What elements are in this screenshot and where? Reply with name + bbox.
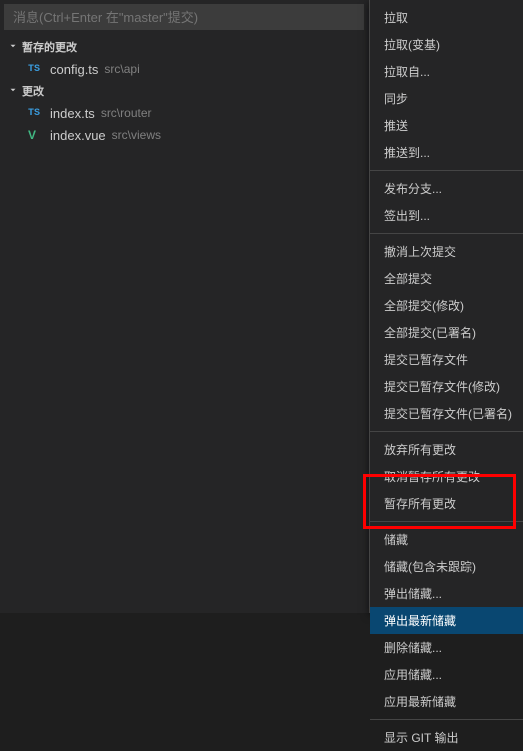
menu-stash-untracked[interactable]: 储藏(包含未跟踪): [370, 553, 523, 580]
menu-separator: [370, 719, 523, 720]
menu-pop-latest-stash[interactable]: 弹出最新储藏: [370, 607, 523, 634]
menu-checkout[interactable]: 签出到...: [370, 202, 523, 229]
menu-pull-from[interactable]: 拉取自...: [370, 58, 523, 85]
changes-header[interactable]: 更改: [0, 80, 369, 102]
file-path: src\api: [104, 62, 139, 76]
menu-pull-rebase[interactable]: 拉取(变基): [370, 31, 523, 58]
git-context-menu: 拉取 拉取(变基) 拉取自... 同步 推送 推送到... 发布分支... 签出…: [369, 0, 523, 613]
file-name: index.ts: [50, 106, 95, 121]
menu-pop-stash[interactable]: 弹出储藏...: [370, 580, 523, 607]
menu-delete-stash[interactable]: 删除储藏...: [370, 634, 523, 661]
changed-file-item[interactable]: TS index.ts src\router: [0, 102, 369, 124]
vue-icon: V: [28, 128, 44, 142]
file-path: src\views: [112, 128, 161, 142]
menu-undo-commit[interactable]: 撤消上次提交: [370, 238, 523, 265]
menu-publish-branch[interactable]: 发布分支...: [370, 175, 523, 202]
menu-push-to[interactable]: 推送到...: [370, 139, 523, 166]
menu-apply-stash[interactable]: 应用储藏...: [370, 661, 523, 688]
chevron-down-icon: [8, 85, 18, 98]
changes-label: 更改: [22, 83, 44, 99]
file-name: index.vue: [50, 128, 106, 143]
menu-separator: [370, 521, 523, 522]
menu-discard-all[interactable]: 放弃所有更改: [370, 436, 523, 463]
menu-push[interactable]: 推送: [370, 112, 523, 139]
menu-sync[interactable]: 同步: [370, 85, 523, 112]
file-name: config.ts: [50, 62, 98, 77]
menu-apply-latest-stash[interactable]: 应用最新储藏: [370, 688, 523, 715]
menu-commit-staged-signed[interactable]: 提交已暂存文件(已署名): [370, 400, 523, 427]
typescript-icon: TS: [28, 64, 44, 75]
menu-commit-all[interactable]: 全部提交: [370, 265, 523, 292]
staged-file-item[interactable]: TS config.ts src\api: [0, 58, 369, 80]
changed-file-item[interactable]: V index.vue src\views: [0, 124, 369, 146]
menu-stage-all[interactable]: 暂存所有更改: [370, 490, 523, 517]
chevron-down-icon: [8, 41, 18, 54]
menu-separator: [370, 431, 523, 432]
menu-pull[interactable]: 拉取: [370, 4, 523, 31]
menu-separator: [370, 170, 523, 171]
menu-commit-staged[interactable]: 提交已暂存文件: [370, 346, 523, 373]
menu-commit-staged-amend[interactable]: 提交已暂存文件(修改): [370, 373, 523, 400]
typescript-icon: TS: [28, 108, 44, 119]
file-path: src\router: [101, 106, 152, 120]
menu-commit-all-signed[interactable]: 全部提交(已署名): [370, 319, 523, 346]
menu-show-git-output[interactable]: 显示 GIT 输出: [370, 724, 523, 751]
menu-commit-all-amend[interactable]: 全部提交(修改): [370, 292, 523, 319]
staged-changes-header[interactable]: 暂存的更改: [0, 36, 369, 58]
staged-changes-label: 暂存的更改: [22, 39, 77, 55]
commit-message-input[interactable]: [4, 4, 364, 30]
menu-stash[interactable]: 储藏: [370, 526, 523, 553]
menu-unstage-all[interactable]: 取消暂存所有更改: [370, 463, 523, 490]
menu-separator: [370, 233, 523, 234]
